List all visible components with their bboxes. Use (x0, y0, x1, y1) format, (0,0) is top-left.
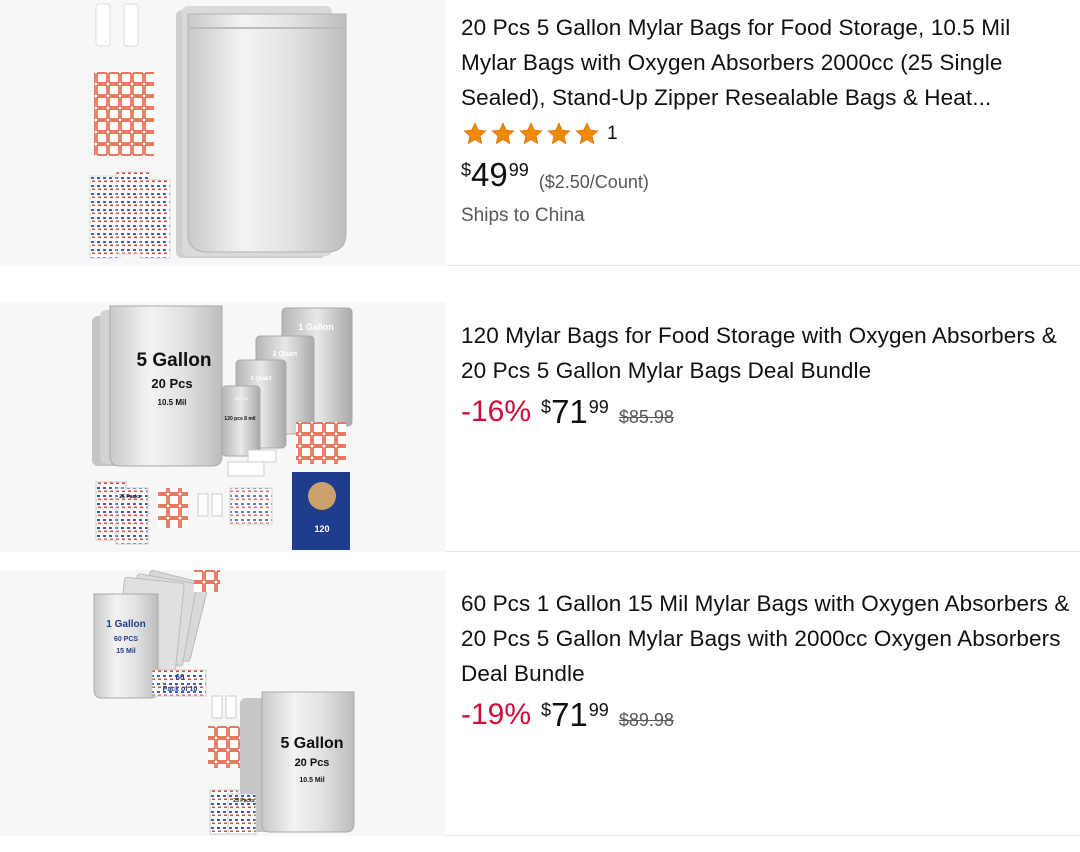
discount-badge: -19% (461, 698, 532, 731)
star-icon (491, 122, 515, 145)
image-label: 1 Gallon (298, 322, 334, 332)
image-label: 60 PCS (114, 636, 138, 643)
image-label: 10.5 Mil (299, 777, 324, 784)
image-label: 5 Gallon (137, 350, 212, 371)
product-title[interactable]: 60 Pcs 1 Gallon 15 Mil Mylar Bags with O… (461, 586, 1070, 691)
star-icon (519, 122, 543, 145)
image-label: 10.5 Mil (158, 398, 187, 407)
price-row: $ 49 99 ($2.50/Count) (461, 155, 1070, 195)
star-icon (575, 122, 599, 145)
product-card[interactable]: 20 Pcs 5 Gallon Mylar Bags for Food Stor… (0, 0, 1080, 266)
price-fraction: 99 (508, 160, 529, 180)
price-currency: $ (541, 397, 552, 417)
divider (446, 835, 1080, 836)
discount-badge: -16% (461, 395, 532, 428)
shipping-info: Ships to China (461, 205, 585, 226)
price-fraction: 99 (588, 700, 609, 720)
star-rating (461, 121, 601, 147)
price-currency: $ (541, 700, 552, 720)
divider (446, 551, 1080, 552)
image-label: Pack of 10 (163, 686, 198, 693)
image-label: 5 Gallon (280, 735, 343, 752)
image-label: 120 pcs 8 mil (224, 416, 256, 422)
product-card[interactable]: 5 Gallon 20 Pcs 10.5 Mil 1 Gallon 2 Quar… (0, 302, 1080, 552)
price-whole: 71 (551, 696, 588, 733)
product-image[interactable]: 5 Gallon 20 Pcs 10.5 Mil 1 Gallon 2 Quar… (0, 302, 446, 552)
price-row: -16% $ 71 99 $85.98 (461, 392, 1070, 432)
product-image[interactable] (0, 0, 446, 266)
image-label: 25 Packs (233, 798, 255, 804)
price-row: -19% $ 71 99 $89.98 (461, 695, 1070, 735)
price[interactable]: $ 49 99 (461, 155, 529, 195)
image-label: 2 Quart (273, 351, 298, 358)
image-label: 60 (176, 673, 185, 682)
price-whole: 71 (551, 393, 588, 430)
product-image[interactable]: 1 Gallon 60 PCS 15 Mil 60 Pack of 10 5 G… (0, 570, 446, 836)
image-label: 1/2 Pint (234, 396, 248, 401)
list-price: $85.98 (618, 407, 674, 427)
product-title[interactable]: 120 Mylar Bags for Food Storage with Oxy… (461, 318, 1070, 388)
rating[interactable]: 1 (461, 117, 1070, 151)
image-label: 15 Mil (116, 648, 136, 655)
product-card[interactable]: 1 Gallon 60 PCS 15 Mil 60 Pack of 10 5 G… (0, 570, 1080, 836)
price-whole: 49 (471, 156, 508, 193)
price-fraction: 99 (588, 397, 609, 417)
star-icon (547, 122, 571, 145)
price[interactable]: $ 71 99 (541, 695, 609, 735)
star-icon (463, 122, 487, 145)
divider (446, 265, 1080, 266)
image-label: 1 Gallon (106, 619, 145, 630)
image-label: 20 Pcs (295, 757, 330, 769)
price[interactable]: $ 71 99 (541, 392, 609, 432)
image-label: 25 Packs (119, 494, 141, 500)
image-label: 20 Pcs (151, 376, 192, 391)
image-label: 120 (314, 524, 329, 534)
rating-count[interactable]: 1 (607, 123, 618, 145)
list-price: $89.98 (618, 710, 674, 730)
unit-price: ($2.50/Count) (538, 172, 649, 192)
product-title[interactable]: 20 Pcs 5 Gallon Mylar Bags for Food Stor… (461, 10, 1070, 115)
price-currency: $ (461, 160, 472, 180)
image-label: 1 Quart (250, 376, 271, 382)
